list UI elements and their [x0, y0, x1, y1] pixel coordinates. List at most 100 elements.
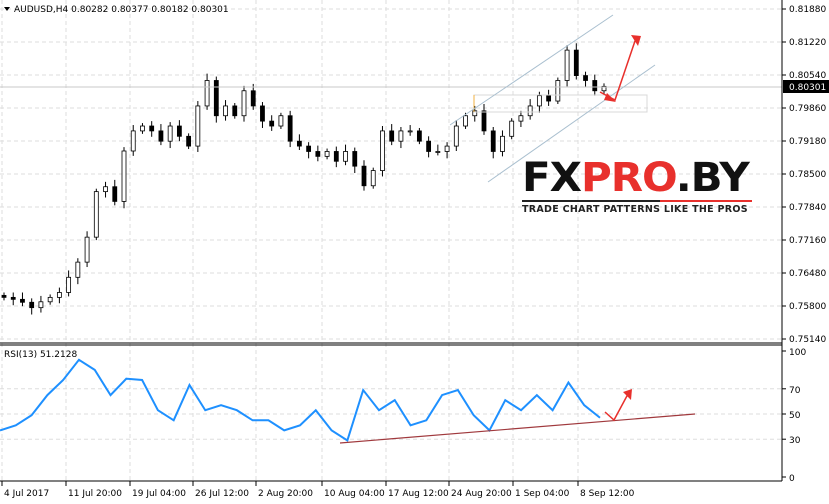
price-tick-label: 0.75140 [789, 335, 826, 345]
candle-body [47, 296, 53, 303]
price-tick-label: 0.77840 [789, 203, 826, 213]
price-tick-label: 0.80540 [789, 71, 826, 81]
time-tick-label: 26 Jul 12:00 [195, 489, 249, 499]
candle-body [306, 145, 312, 152]
candle-body [1, 295, 7, 298]
candle-body [66, 276, 72, 293]
candle-body [20, 298, 25, 303]
candle-body [10, 296, 16, 300]
candle-body [121, 150, 127, 202]
price-tick-label: 0.75800 [789, 302, 826, 312]
candle-body [56, 292, 62, 298]
candle-body [195, 105, 201, 147]
candle-body [333, 151, 339, 162]
price-tick-label: 0.81880 [789, 5, 826, 15]
rsi-forecast-arrow [604, 393, 629, 422]
fxpro-logo: FXPRO.BY TRADE CHART PATTERNS LIKE THE P… [522, 158, 762, 215]
current-price-label: 0.80301 [789, 83, 826, 93]
candle-body [296, 140, 302, 147]
candle-body [324, 151, 330, 157]
candle-body [176, 125, 182, 137]
candle-body [592, 80, 598, 92]
candle-body [38, 301, 44, 309]
candle-body [564, 49, 570, 81]
candle-body [213, 80, 219, 117]
price-tick-label: 0.81220 [789, 38, 826, 48]
candle-body [278, 115, 284, 127]
rsi-line [0, 358, 601, 443]
rsi-series [0, 358, 601, 443]
candle-body [463, 115, 468, 127]
candle-body [490, 130, 496, 152]
candle-body [75, 261, 81, 278]
candle-body [361, 165, 367, 187]
chart-canvas[interactable]: 0.81880 0.81220 0.80540 0.79860 0.79180 0.785… [0, 0, 829, 504]
price-tick-label: 0.78500 [789, 170, 826, 180]
time-tick-label: 1 Sep 04:00 [515, 489, 570, 499]
symbol-label: AUDUSD,H4 0.80282 0.80377 0.80182 0.8030… [14, 5, 229, 15]
rsi-tick-label: 30 [789, 436, 801, 446]
candle-body [546, 95, 552, 102]
candle-body [573, 49, 579, 76]
candle-body [204, 80, 210, 107]
time-tick-label: 8 Sep 12:00 [580, 489, 635, 499]
candle-body [583, 75, 588, 81]
time-tick-label: 24 Aug 20:00 [451, 489, 512, 499]
candle-body [241, 90, 247, 117]
rsi-tick-label: 70 [789, 386, 801, 396]
candle-body [103, 186, 108, 193]
candle-body [287, 115, 293, 142]
candle-body [112, 186, 118, 202]
candle-body [130, 130, 136, 152]
time-tick-label: 4 Jul 2017 [4, 489, 49, 499]
candle-body [93, 191, 99, 238]
rsi-tick-label: 100 [789, 348, 806, 358]
candle-body [398, 130, 404, 142]
logo-tagline: TRADE CHART PATTERNS LIKE THE PROS [522, 204, 748, 215]
rsi-label: RSI(13) 51.2128 [4, 350, 77, 360]
chart-window: 0.81880 0.81220 0.80540 0.79860 0.79180 0.785… [0, 0, 829, 504]
price-tick-label: 0.79180 [789, 137, 826, 147]
candle-body [426, 140, 432, 152]
rsi-tick-label: 50 [789, 411, 801, 421]
rsi-tick-label: 0 [789, 474, 795, 484]
range-box[interactable] [473, 94, 648, 113]
logo-text: PRO [580, 155, 677, 201]
arrow-head-icon [623, 389, 632, 400]
candle-body [315, 151, 321, 157]
candle-body [416, 130, 422, 142]
price-tick-label: 0.76480 [789, 269, 826, 279]
candle-body [84, 236, 90, 263]
candle-body [260, 105, 265, 122]
candle-body [140, 125, 145, 132]
candle-body [167, 125, 173, 142]
time-tick-label: 2 Aug 20:00 [258, 489, 313, 499]
candle-body [536, 95, 542, 107]
logo-text: FX [522, 155, 582, 201]
grid [0, 0, 782, 481]
candle-body [500, 135, 505, 152]
time-tick-label: 10 Aug 04:00 [324, 489, 385, 499]
candle-body [269, 120, 275, 127]
candle-body [250, 90, 256, 107]
candle-body [527, 105, 533, 117]
price-tick-label: 0.79860 [789, 104, 826, 114]
candle-body [158, 130, 164, 142]
logo-text: .BY [675, 155, 750, 201]
candle-body [509, 120, 515, 137]
price-tick-label: 0.77160 [789, 236, 826, 246]
candle-body [343, 151, 348, 162]
candle-body [223, 105, 228, 117]
rsi-trendline[interactable] [339, 413, 696, 444]
time-tick-label: 11 Jul 20:00 [68, 489, 122, 499]
candle-body [407, 130, 413, 133]
candle-body [186, 135, 192, 147]
candle-body [453, 125, 459, 147]
time-tick-label: 19 Jul 04:00 [132, 489, 186, 499]
time-tick-label: 17 Aug 12:00 [388, 489, 449, 499]
candles [1, 43, 607, 315]
candle-body [29, 301, 35, 309]
candle-body [444, 145, 450, 152]
candle-body [380, 130, 385, 171]
candle-body [352, 151, 358, 167]
